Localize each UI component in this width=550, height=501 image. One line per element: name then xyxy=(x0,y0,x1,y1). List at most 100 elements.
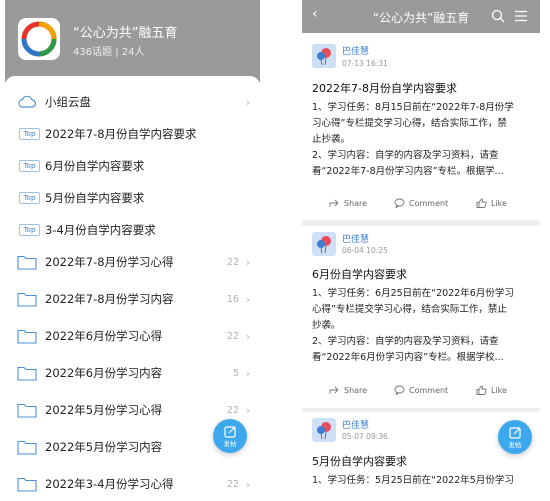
group-stats: 436话题 | 24人 xyxy=(73,47,145,58)
folder-label: 2022年7-8月份学习心得 xyxy=(45,255,174,269)
cloud-disk-item[interactable]: 小组云盘 › xyxy=(5,84,260,120)
post-body-line: 看“2022年6月份学习内容”专栏。根据学校... xyxy=(312,352,504,363)
post-body-line: 抄袭。 xyxy=(312,320,341,331)
share-button[interactable]: Share xyxy=(329,385,367,395)
post-body: 1、学习任务：8月15日前在“2022年7-8月份学 习心得”专栏提交学习心得，… xyxy=(312,100,534,180)
group-title: “公心为共”融五育 xyxy=(73,26,178,41)
pinned-item-label: 2022年7-8月份自学内容要求 xyxy=(45,127,197,141)
topic-feed-screen: ‹ “公心为共”融五育 巴佳慧 07-13 16:31 2022年7-8月份自学… xyxy=(302,0,540,501)
balloon-avatar-icon xyxy=(312,418,336,442)
post-date: 07-13 16:31 xyxy=(342,59,388,68)
folder-label: 2022年6月份学习心得 xyxy=(45,329,163,343)
new-post-label: 发帖 xyxy=(508,441,522,449)
comment-icon xyxy=(394,385,405,395)
chevron-right-icon: › xyxy=(245,403,250,417)
share-label: Share xyxy=(344,198,368,208)
folder-item[interactable]: 2022年3-4月份学习心得 22 › xyxy=(5,466,260,501)
pinned-item[interactable]: Top 6月份自学内容要求 xyxy=(5,148,260,184)
folder-item[interactable]: 2022年7-8月份学习心得 22 › xyxy=(5,244,260,280)
post-body-line: 心得”专栏提交学习心得，结合实际工作，禁止 xyxy=(312,304,507,315)
post-author[interactable]: 巴佳慧 xyxy=(342,418,369,431)
thumbs-up-icon xyxy=(476,385,487,395)
comment-label: Comment xyxy=(409,198,449,208)
post-body-line: 看“2022年7-8月份学习内容”专栏。根据学... xyxy=(312,166,504,177)
post-title: 2022年7-8月份自学内容要求 xyxy=(312,82,457,95)
folder-count: 22 xyxy=(226,478,239,490)
folder-label: 2022年5月份学习心得 xyxy=(45,403,163,417)
menu-icon[interactable] xyxy=(514,10,528,22)
like-button[interactable]: Like xyxy=(476,385,507,395)
folder-icon xyxy=(17,403,37,418)
folder-item[interactable]: 2022年6月份学习心得 22 › xyxy=(5,318,260,354)
folder-icon xyxy=(17,329,37,344)
pinned-item-label: 3-4月份自学内容要求 xyxy=(45,223,156,237)
folder-label: 2022年3-4月份学习心得 xyxy=(45,477,174,491)
post-title: 5月份自学内容要求 xyxy=(312,455,407,468)
pinned-item[interactable]: Top 3-4月份自学内容要求 xyxy=(5,212,260,248)
post-body-line: 1、学习任务：8月15日前在“2022年7-8月份学 xyxy=(312,102,514,113)
thumbs-up-icon xyxy=(476,198,487,208)
group-header: “公心为共”融五育 436话题 | 24人 xyxy=(5,0,260,82)
post-body-line: 1、学习任务：5月25日前在“2022年5月份学习 xyxy=(312,475,514,486)
like-label: Like xyxy=(491,198,507,208)
top-bar: ‹ “公心为共”融五育 xyxy=(302,0,540,33)
new-post-button[interactable]: 发帖 xyxy=(213,419,247,453)
folder-count: 22 xyxy=(226,256,239,268)
post-author[interactable]: 巴佳慧 xyxy=(342,44,369,57)
post-title: 6月份自学内容要求 xyxy=(312,268,407,281)
share-button[interactable]: Share xyxy=(329,198,367,208)
pinned-item-label: 5月份自学内容要求 xyxy=(45,191,145,205)
new-post-label: 发帖 xyxy=(223,440,237,448)
folder-label: 2022年5月份学习内容 xyxy=(45,440,163,454)
post-card[interactable]: 巴佳慧 07-13 16:31 2022年7-8月份自学内容要求 1、学习任务：… xyxy=(302,33,540,220)
pinned-item[interactable]: Top 2022年7-8月份自学内容要求 xyxy=(5,116,260,152)
balloon-avatar-icon xyxy=(312,232,336,256)
top-badge: Top xyxy=(19,128,40,140)
chevron-right-icon: › xyxy=(245,255,250,269)
folder-count: 22 xyxy=(226,330,239,342)
folder-item[interactable]: 2022年6月份学习内容 5 › xyxy=(5,355,260,391)
balloon-avatar-icon xyxy=(312,44,336,68)
comment-button[interactable]: Comment xyxy=(394,385,448,395)
folder-item[interactable]: 2022年7-8月份学习内容 16 › xyxy=(5,281,260,317)
chevron-right-icon: › xyxy=(245,292,250,306)
pinned-item[interactable]: Top 5月份自学内容要求 xyxy=(5,180,260,216)
post-body: 1、学习任务：6月25日前在“2022年6月份学习 心得”专栏提交学习心得，结合… xyxy=(312,286,534,366)
new-post-button[interactable]: 发帖 xyxy=(498,420,532,454)
avatar xyxy=(312,418,336,442)
folder-count: 22 xyxy=(226,404,239,416)
folder-icon xyxy=(17,366,37,381)
post-actions: Share Comment Like xyxy=(302,381,540,403)
post-body-line: 止抄袭。 xyxy=(312,134,351,145)
avatar xyxy=(312,44,336,68)
top-badge: Top xyxy=(19,224,40,236)
folder-icon xyxy=(17,255,37,270)
post-author[interactable]: 巴佳慧 xyxy=(342,232,369,245)
folder-icon xyxy=(17,477,37,492)
chevron-right-icon: › xyxy=(245,95,250,109)
folder-label: 2022年7-8月份学习内容 xyxy=(45,292,174,306)
post-body-line: 2、学习内容：自学的内容及学习资料，请查 xyxy=(312,150,499,161)
post-body-line: 1、学习任务：6月25日前在“2022年6月份学习 xyxy=(312,288,514,299)
cloud-icon xyxy=(18,95,37,108)
top-badge: Top xyxy=(19,160,40,172)
post-body: 1、学习任务：5月25日前在“2022年5月份学习 xyxy=(312,473,534,489)
comment-icon xyxy=(394,198,405,208)
comment-button[interactable]: Comment xyxy=(394,198,448,208)
post-date: 05-07 09:36 xyxy=(342,432,388,441)
folder-count: 5 xyxy=(232,367,239,379)
avatar xyxy=(312,232,336,256)
like-label: Like xyxy=(491,385,507,395)
post-card[interactable]: 巴佳慧 06-04 10:25 6月份自学内容要求 1、学习任务：6月25日前在… xyxy=(302,226,540,408)
comment-label: Comment xyxy=(409,385,449,395)
folder-label: 2022年6月份学习内容 xyxy=(45,366,163,380)
post-actions: Share Comment Like xyxy=(302,194,540,216)
share-label: Share xyxy=(344,385,368,395)
post-body-line: 2、学习内容：自学的内容及学习资料，请查 xyxy=(312,336,499,347)
like-button[interactable]: Like xyxy=(476,198,507,208)
search-icon[interactable] xyxy=(491,9,505,23)
share-icon xyxy=(329,386,339,394)
post-body-line: 习心得”专栏提交学习心得，结合实际工作，禁 xyxy=(312,118,507,129)
chevron-right-icon: › xyxy=(245,329,250,343)
share-icon xyxy=(329,199,339,207)
